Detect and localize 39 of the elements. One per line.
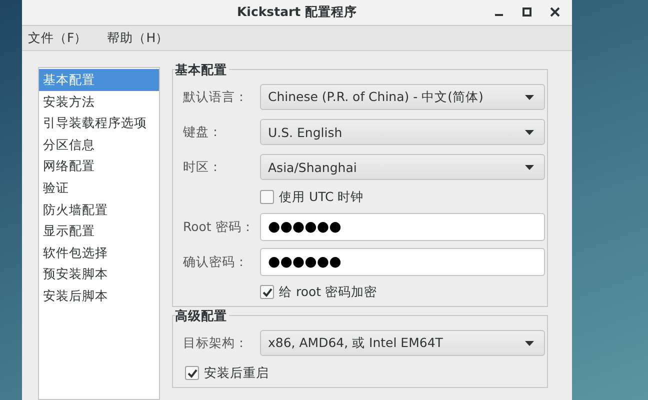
- window-title: Kickstart 配置程序: [236, 4, 358, 21]
- password-field[interactable]: ●●●●●●: [260, 248, 545, 276]
- sidebar-item[interactable]: 防火墙配置: [39, 198, 159, 220]
- field-label: 键盘：: [183, 124, 223, 140]
- sidebar-item[interactable]: 分区信息: [39, 134, 159, 156]
- dropdown[interactable]: U.S. English: [260, 119, 545, 145]
- menu-item[interactable]: 帮助（H）: [107, 30, 169, 46]
- dropdown[interactable]: Chinese (P.R. of China) - 中文(简体): [260, 84, 545, 110]
- sidebar-item[interactable]: 网络配置: [39, 155, 159, 177]
- caret-icon: [525, 130, 534, 134]
- field-label: Root 密码：: [183, 218, 256, 236]
- field-label: 目标架构：: [183, 334, 249, 352]
- caret-icon: [525, 340, 534, 346]
- group-title: 高级配置: [175, 308, 229, 325]
- caret-icon: [525, 164, 534, 170]
- sidebar-item[interactable]: 验证: [39, 176, 159, 199]
- sidebar-item[interactable]: 引导装载程序选项: [39, 112, 159, 134]
- maximize-icon[interactable]: [522, 7, 532, 17]
- close-icon[interactable]: [550, 7, 560, 17]
- checkbox[interactable]: [185, 366, 199, 380]
- sidebar-item[interactable]: 安装后脚本: [39, 284, 159, 307]
- field-label: 默认语言：: [183, 88, 249, 106]
- checkbox-label: 安装后重启: [204, 364, 269, 382]
- checkbox-label: 给 root 密码加密: [279, 284, 378, 300]
- dropdown[interactable]: Asia/Shanghai: [260, 154, 545, 180]
- sidebar-item[interactable]: 显示配置: [39, 220, 159, 242]
- menu-item[interactable]: 文件（F）: [28, 30, 88, 46]
- sidebar-item[interactable]: 软件包选择: [39, 242, 159, 264]
- group-title: 基本配置: [175, 62, 229, 79]
- caret-icon: [525, 94, 534, 100]
- checkbox[interactable]: [260, 190, 274, 204]
- checkbox-label: 使用 UTC 时钟: [279, 188, 364, 206]
- field-label: 确认密码：: [183, 254, 249, 270]
- sidebar-item[interactable]: 安装方法: [39, 90, 159, 112]
- dropdown[interactable]: x86, AMD64, 或 Intel EM64T: [260, 330, 545, 356]
- field-label: 时区：: [183, 158, 223, 176]
- checkbox[interactable]: [260, 285, 274, 299]
- sidebar-item[interactable]: 预安装脚本: [39, 263, 159, 285]
- password-field[interactable]: ●●●●●●: [260, 213, 545, 241]
